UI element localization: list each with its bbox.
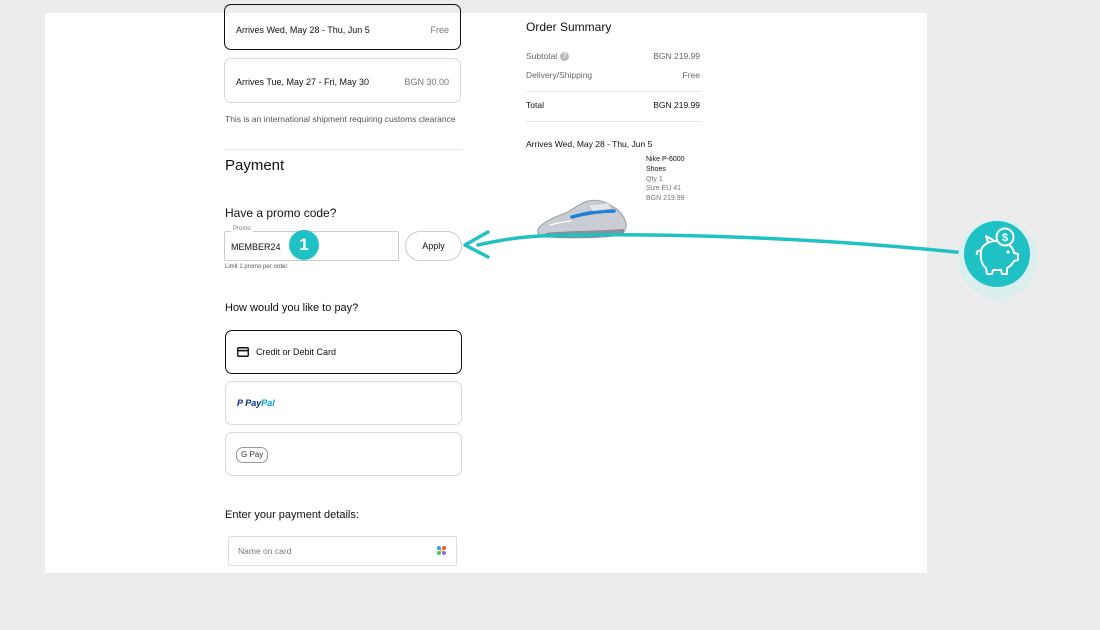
dollar-coin-icon: $ [995, 227, 1015, 247]
svg-text:$: $ [1002, 232, 1008, 244]
arrow-icon [463, 230, 968, 259]
piggy-bank-icon: $ [964, 221, 1030, 287]
